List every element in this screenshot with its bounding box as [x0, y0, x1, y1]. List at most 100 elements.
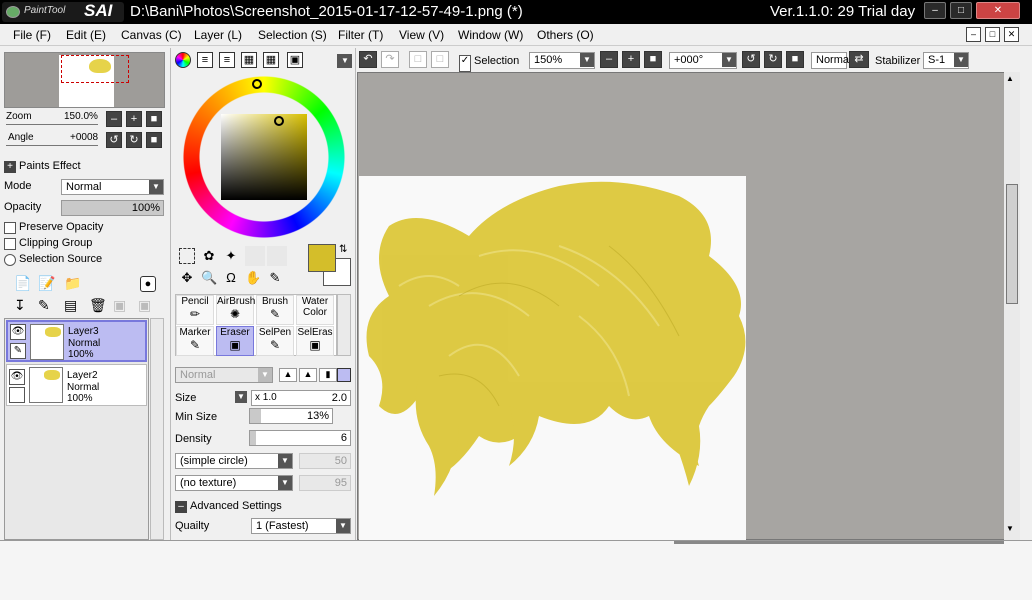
tool-eraser[interactable]: Eraser ▣ — [216, 326, 254, 356]
tool-seleras[interactable]: SelEras ▣ — [296, 326, 334, 356]
layer-mask-icon[interactable]: ● — [140, 276, 156, 292]
tool-panel-menu-icon[interactable]: ▼ — [338, 54, 352, 68]
minimize-button[interactable]: – — [924, 2, 946, 19]
tool-brush[interactable]: Brush ✎ — [256, 295, 294, 325]
mdi-restore-button[interactable]: □ — [985, 27, 1000, 42]
swap-colors-icon[interactable]: ⇅ — [339, 244, 347, 255]
color-wheel-tab-icon[interactable] — [175, 52, 191, 68]
scroll-up-icon[interactable]: ▲ — [1006, 74, 1014, 83]
menu-edit[interactable]: Edit (E) — [66, 28, 106, 42]
maximize-button[interactable]: □ — [950, 2, 972, 19]
selection-checkbox[interactable]: ✓ — [459, 55, 471, 72]
angle-dropdown[interactable]: +000° ▼ — [669, 52, 737, 69]
angle-slider[interactable] — [6, 145, 98, 146]
menu-file[interactable]: File (F) — [13, 28, 51, 42]
edge-medium-icon[interactable]: ▲ — [299, 368, 317, 382]
zoom-icon[interactable]: 🔍 — [201, 270, 217, 286]
hsv-slider-tab-icon[interactable]: ≡ — [219, 52, 235, 68]
quality-dropdown[interactable]: 1 (Fastest) ▼ — [251, 518, 351, 534]
delete-layer-icon[interactable]: 🗑 — [89, 297, 107, 314]
canvas-area[interactable] — [357, 72, 1019, 541]
brush-shape-dropdown[interactable]: (simple circle) ▼ — [175, 453, 293, 469]
flip-horizontal-icon[interactable]: ⇄ — [849, 51, 869, 68]
primary-color-swatch[interactable] — [308, 244, 336, 272]
toolbar-zoom-in-button[interactable]: + — [622, 51, 640, 68]
opacity-slider[interactable]: 100% — [61, 200, 164, 216]
mdi-minimize-button[interactable]: – — [966, 27, 981, 42]
toolbar-rotate-left-button[interactable]: ↺ — [742, 51, 760, 68]
scrollbar-thumb[interactable] — [1006, 184, 1018, 304]
menu-window[interactable]: Window (W) — [458, 28, 523, 42]
rotate-left-button[interactable]: ↺ — [106, 132, 122, 148]
edge-hard-icon[interactable]: ▲ — [279, 368, 297, 382]
scroll-down-icon[interactable]: ▼ — [1006, 524, 1014, 533]
rotate-icon[interactable]: Ω — [223, 270, 239, 286]
visibility-eye-icon[interactable]: 👁 — [9, 369, 25, 385]
toolbar-rotate-right-button[interactable]: ↻ — [764, 51, 782, 68]
stabilizer-dropdown[interactable]: S-1 ▼ — [923, 52, 969, 69]
paints-effect-label[interactable]: Paints Effect — [19, 160, 81, 172]
swatches-tab-icon[interactable]: ▦ — [241, 52, 257, 68]
new-linework-layer-icon[interactable]: 📝 — [38, 275, 55, 292]
preserve-opacity-checkbox[interactable] — [4, 222, 16, 234]
size-multiplier-dropdown[interactable]: ▼ — [235, 391, 247, 403]
zoom-out-button[interactable]: – — [106, 111, 122, 127]
menu-canvas[interactable]: Canvas (C) — [121, 28, 182, 42]
min-size-slider[interactable]: 13% — [249, 408, 333, 424]
canvas-paper[interactable] — [359, 176, 746, 541]
transfer-down-icon[interactable]: ▤ — [64, 297, 77, 314]
zoom-in-button[interactable]: + — [126, 111, 142, 127]
edge-soft-icon[interactable]: ▮ — [319, 368, 337, 382]
toolbar-zoom-out-button[interactable]: – — [600, 51, 618, 68]
layer-lock-box[interactable] — [9, 387, 25, 403]
menu-others[interactable]: Others (O) — [537, 28, 594, 42]
edge-flat-icon[interactable] — [337, 368, 351, 382]
close-button[interactable]: ✕ — [976, 2, 1020, 19]
layer-item-layer2[interactable]: 👁 Layer2 Normal 100% — [6, 364, 147, 406]
size-slider[interactable]: x 1.0 2.0 — [251, 390, 351, 406]
menu-selection[interactable]: Selection (S) — [258, 28, 327, 42]
new-layer-icon[interactable]: 📄 — [14, 275, 31, 292]
hand-icon[interactable]: ✋ — [245, 270, 261, 286]
rotate-reset-button[interactable]: ■ — [146, 132, 162, 148]
tool-airbrush[interactable]: AirBrush ✺ — [216, 295, 255, 325]
view-blend-mode[interactable]: Normal — [811, 52, 851, 69]
expand-icon[interactable]: + — [4, 161, 16, 173]
rotate-right-button[interactable]: ↻ — [126, 132, 142, 148]
color-wheel[interactable] — [181, 74, 347, 240]
undo-icon[interactable]: ↶ — [359, 51, 377, 68]
layer-list-scrollbar[interactable] — [150, 318, 164, 540]
move-icon[interactable]: ✥ — [179, 270, 195, 286]
zoom-dropdown[interactable]: 150% ▼ — [529, 52, 595, 69]
horizontal-scrollbar-thumb[interactable] — [674, 541, 1004, 544]
merge-down-icon[interactable]: ↧ — [14, 297, 26, 314]
menu-view[interactable]: View (V) — [399, 28, 444, 42]
brush-lock-icon[interactable]: ✎ — [10, 343, 26, 359]
navigator-view-frame[interactable] — [61, 55, 129, 83]
navigator-preview[interactable] — [4, 52, 165, 108]
tool-pencil[interactable]: Pencil ✏ — [176, 295, 214, 325]
magic-wand-icon[interactable]: ✦ — [223, 248, 239, 264]
scratchpad-tab-icon[interactable]: ▦ — [263, 52, 279, 68]
zoom-reset-button[interactable]: ■ — [146, 111, 162, 127]
layer-item-layer3[interactable]: 👁 ✎ Layer3 Normal 100% — [6, 320, 147, 362]
mode-dropdown[interactable]: Normal ▼ — [61, 179, 164, 195]
toolbar-rotate-reset-button[interactable]: ■ — [786, 51, 804, 68]
rgb-slider-tab-icon[interactable]: ≡ — [197, 52, 213, 68]
tool-grid-scrollbar[interactable] — [337, 294, 351, 356]
menu-layer[interactable]: Layer (L) — [194, 28, 242, 42]
selection-source-radio[interactable] — [4, 254, 16, 266]
advanced-settings-label[interactable]: Advanced Settings — [190, 500, 282, 512]
brush-texture-dropdown[interactable]: (no texture) ▼ — [175, 475, 293, 491]
rect-select-icon[interactable] — [179, 248, 195, 264]
canvas-vertical-scrollbar[interactable]: ▲ ▼ — [1004, 72, 1020, 540]
tool-watercolor[interactable]: Water Color — [296, 295, 334, 325]
palette-tab-icon[interactable]: ▣ — [287, 52, 303, 68]
menu-filter[interactable]: Filter (T) — [338, 28, 383, 42]
clipping-group-checkbox[interactable] — [4, 238, 16, 250]
tool-selpen[interactable]: SelPen ✎ — [256, 326, 294, 356]
tool-marker[interactable]: Marker ✎ — [176, 326, 214, 356]
eyedropper-icon[interactable]: ✎ — [267, 270, 283, 286]
lasso-icon[interactable]: ✿ — [201, 248, 217, 264]
new-folder-icon[interactable]: 📁 — [64, 275, 81, 292]
